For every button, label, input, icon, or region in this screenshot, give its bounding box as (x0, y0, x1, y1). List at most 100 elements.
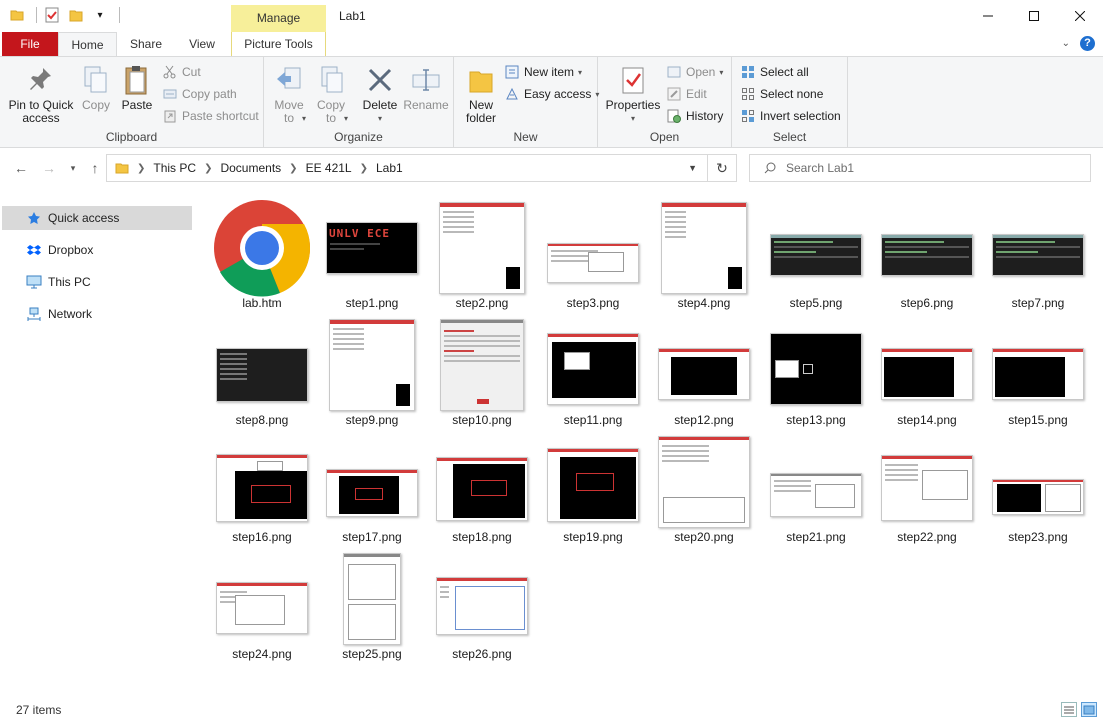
breadcrumb-ee421l[interactable]: EE 421L (306, 161, 352, 175)
file-item[interactable]: step13.png (762, 311, 870, 427)
edit-button[interactable]: Edit (666, 85, 707, 103)
properties-check-icon (617, 63, 649, 97)
star-icon (26, 210, 42, 226)
chevron-down-icon[interactable]: ▼ (688, 163, 697, 173)
file-item[interactable]: step12.png (650, 311, 758, 427)
file-item[interactable]: step8.png (208, 311, 316, 427)
file-name: step5.png (789, 296, 843, 310)
help-icon[interactable]: ? (1080, 36, 1095, 51)
customize-toolbar-icon[interactable]: ▾ (91, 6, 109, 24)
chevron-right-icon[interactable]: ❯ (137, 163, 145, 174)
file-item[interactable]: step16.png (208, 428, 316, 544)
file-name: step4.png (677, 296, 731, 310)
maximize-button[interactable] (1011, 0, 1057, 32)
file-item[interactable]: step17.png (318, 428, 426, 544)
expand-ribbon-icon[interactable]: ⌄ (1062, 38, 1070, 49)
thumbnail-text: UNLV ECE (329, 227, 390, 240)
file-item[interactable]: step23.png (984, 428, 1092, 544)
new-folder-button[interactable]: New folder (460, 63, 502, 125)
file-name: step12.png (674, 413, 734, 427)
new-item-button[interactable]: New item ▾ (504, 63, 582, 81)
copy-path-button[interactable]: Copy path (162, 85, 237, 103)
file-item[interactable]: step21.png (762, 428, 870, 544)
properties-check-icon[interactable] (43, 6, 61, 24)
chevron-right-icon[interactable]: ❯ (289, 163, 297, 174)
refresh-button[interactable]: ↻ (708, 154, 737, 182)
close-button[interactable] (1057, 0, 1103, 32)
nav-item-network[interactable]: Network (2, 302, 192, 326)
new-folder-icon[interactable] (67, 6, 85, 24)
select-none-button[interactable]: Select none (740, 85, 823, 103)
file-item[interactable]: lab.htm (208, 194, 316, 310)
copy-button[interactable]: Copy (78, 63, 114, 112)
file-item[interactable]: step20.png (650, 428, 758, 544)
address-bar[interactable]: ❯ This PC ❯ Documents ❯ EE 421L ❯ Lab1 ▼ (106, 154, 708, 182)
large-icons-view-icon[interactable] (1081, 702, 1097, 717)
forward-button[interactable]: → (40, 158, 58, 178)
file-item[interactable]: step15.png (984, 311, 1092, 427)
file-item[interactable]: step3.png (539, 194, 647, 310)
tab-view[interactable]: View (182, 32, 222, 56)
nav-item-this-pc[interactable]: This PC (2, 270, 192, 294)
properties-button[interactable]: Properties ▾ (604, 63, 662, 125)
paste-shortcut-button[interactable]: Paste shortcut (162, 107, 259, 125)
file-item[interactable]: UNLV ECE step1.png (318, 194, 426, 310)
select-all-button[interactable]: Select all (740, 63, 809, 81)
history-button[interactable]: History (666, 107, 723, 125)
open-button[interactable]: Open ▾ (666, 63, 723, 81)
up-button[interactable]: ↑ (86, 158, 104, 178)
image-thumbnail (547, 243, 639, 283)
chevron-right-icon[interactable]: ❯ (360, 163, 368, 174)
recent-locations-button[interactable]: ▾ (64, 158, 82, 178)
invert-selection-icon (740, 108, 756, 124)
easy-access-button[interactable]: Easy access ▾ (504, 85, 599, 103)
file-item[interactable]: step25.png (318, 545, 426, 661)
title-bar: ▾ Manage Lab1 (0, 0, 1103, 32)
file-name: step10.png (452, 413, 512, 427)
new-group: New folder New item ▾ Easy access ▾ New (454, 57, 599, 147)
rename-button[interactable]: Rename (403, 63, 449, 112)
file-item[interactable]: step10.png (428, 311, 536, 427)
back-button[interactable]: ← (12, 158, 30, 178)
chevron-right-icon[interactable]: ❯ (204, 163, 212, 174)
details-view-icon[interactable] (1061, 702, 1077, 717)
copy-to-button[interactable]: Copy to ▾ (312, 63, 350, 125)
move-to-button[interactable]: Move to ▾ (270, 63, 308, 125)
tab-home[interactable]: Home (58, 32, 117, 57)
cut-button[interactable]: Cut (162, 63, 201, 81)
pin-to-quick-access-button[interactable]: Pin to Quick access (6, 63, 76, 125)
minimize-button[interactable] (965, 0, 1011, 32)
file-item[interactable]: step26.png (428, 545, 536, 661)
file-item[interactable]: step7.png (984, 194, 1092, 310)
folder-icon[interactable] (8, 6, 26, 24)
search-input[interactable]: Search Lab1 (749, 154, 1091, 182)
nav-item-dropbox[interactable]: Dropbox (2, 238, 192, 262)
breadcrumb-lab1[interactable]: Lab1 (376, 161, 403, 175)
file-item[interactable]: step5.png (762, 194, 870, 310)
file-name: step18.png (452, 530, 512, 544)
tab-share[interactable]: Share (124, 32, 168, 56)
nav-item-quick-access[interactable]: Quick access (2, 206, 192, 230)
breadcrumb-documents[interactable]: Documents (220, 161, 281, 175)
select-none-icon (740, 86, 756, 102)
file-name: step19.png (563, 530, 623, 544)
file-item[interactable]: step4.png (650, 194, 758, 310)
file-item[interactable]: step6.png (873, 194, 981, 310)
file-item[interactable]: step24.png (208, 545, 316, 661)
breadcrumb-this-pc[interactable]: This PC (153, 161, 196, 175)
file-item[interactable]: step18.png (428, 428, 536, 544)
window-title: Lab1 (339, 9, 366, 23)
file-item[interactable]: step22.png (873, 428, 981, 544)
file-item[interactable]: step11.png (539, 311, 647, 427)
file-item[interactable]: step14.png (873, 311, 981, 427)
file-name: step8.png (235, 413, 289, 427)
tab-file[interactable]: File (2, 32, 58, 56)
file-item[interactable]: step9.png (318, 311, 426, 427)
tab-picture-tools[interactable]: Picture Tools (231, 32, 326, 56)
ribbon-right-controls: ⌄ ? (1062, 36, 1095, 51)
delete-button[interactable]: Delete ▾ (360, 63, 400, 125)
file-item[interactable]: step2.png (428, 194, 536, 310)
invert-selection-button[interactable]: Invert selection (740, 107, 841, 125)
file-item[interactable]: step19.png (539, 428, 647, 544)
paste-button[interactable]: Paste (118, 63, 156, 112)
